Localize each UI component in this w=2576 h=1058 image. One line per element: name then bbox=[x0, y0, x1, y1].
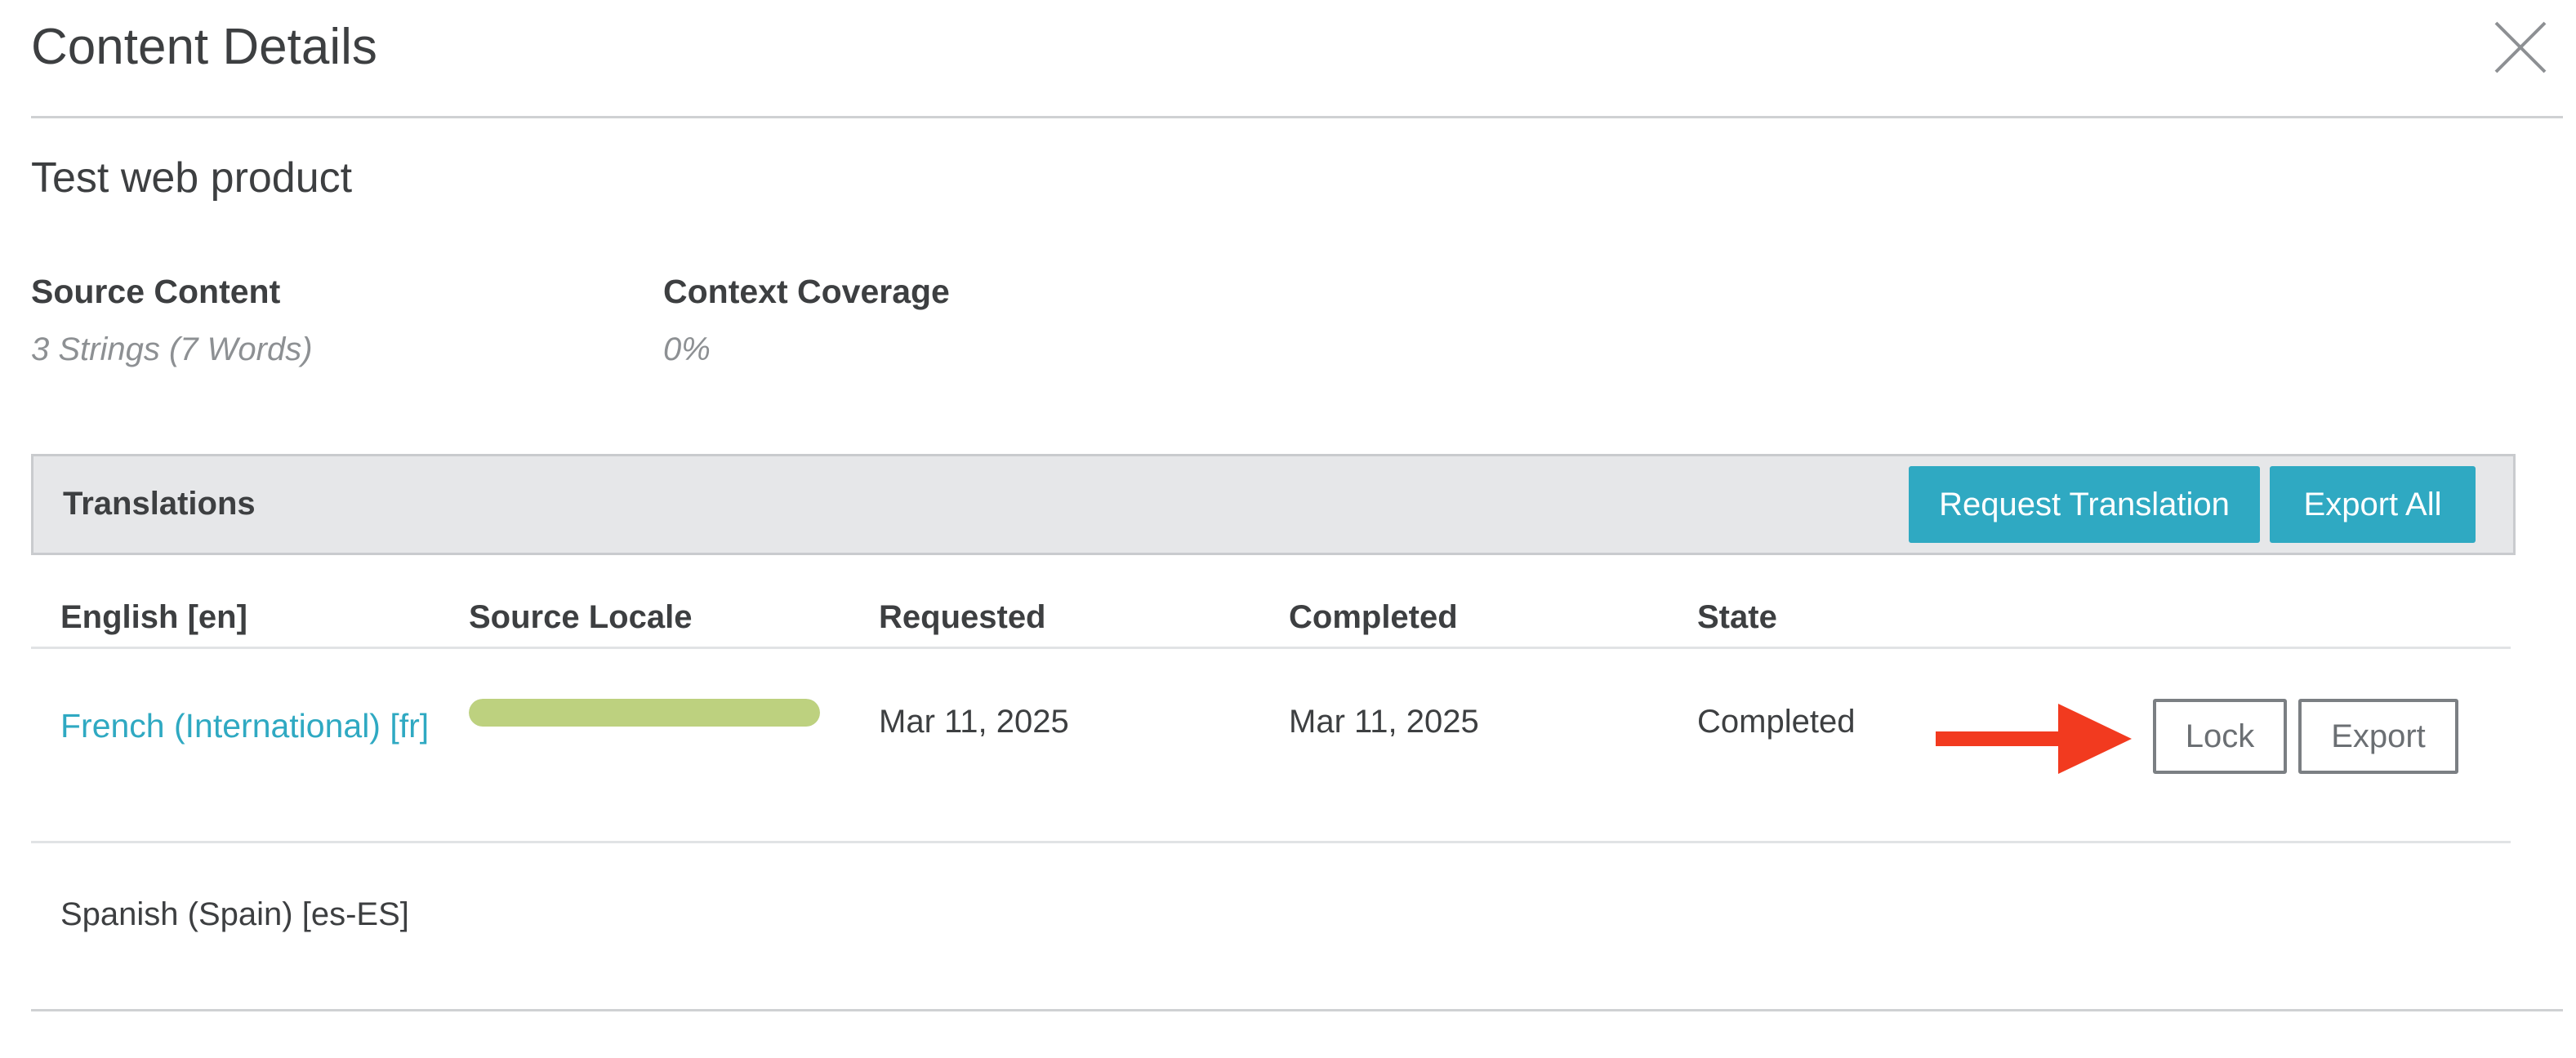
header-divider bbox=[31, 647, 2511, 649]
context-coverage-value: 0% bbox=[663, 331, 711, 367]
completed-date: Mar 11, 2025 bbox=[1289, 704, 1479, 740]
source-locale-progress-bar bbox=[469, 699, 820, 727]
locale-name-spanish: Spanish (Spain) [es-ES] bbox=[60, 896, 409, 932]
column-header-english: English [en] bbox=[60, 599, 247, 635]
column-header-requested: Requested bbox=[879, 599, 1046, 635]
modal-header: Content Details bbox=[31, 0, 2563, 118]
arrow-right-icon bbox=[1936, 704, 2132, 774]
source-content-value: 3 Strings (7 Words) bbox=[31, 331, 313, 367]
context-coverage-label: Context Coverage bbox=[663, 273, 950, 310]
bottom-divider bbox=[31, 1009, 2563, 1011]
column-header-state: State bbox=[1697, 599, 1777, 635]
row-divider bbox=[31, 841, 2511, 843]
source-content-label: Source Content bbox=[31, 273, 281, 310]
column-header-source-locale: Source Locale bbox=[469, 599, 693, 635]
progress-fill bbox=[469, 699, 820, 727]
export-all-button[interactable]: Export All bbox=[2270, 466, 2476, 543]
state-value: Completed bbox=[1697, 704, 1856, 740]
requested-date: Mar 11, 2025 bbox=[879, 704, 1069, 740]
request-translation-button[interactable]: Request Translation bbox=[1909, 466, 2260, 543]
column-header-completed: Completed bbox=[1289, 599, 1458, 635]
locale-link-french[interactable]: French (International) [fr] bbox=[60, 700, 436, 751]
translations-toolbar: Translations Request Translation Export … bbox=[31, 454, 2516, 555]
close-icon[interactable] bbox=[2493, 20, 2548, 75]
translations-title: Translations bbox=[63, 486, 256, 522]
lock-button[interactable]: Lock bbox=[2153, 699, 2287, 774]
export-button[interactable]: Export bbox=[2298, 699, 2458, 774]
product-name: Test web product bbox=[31, 154, 353, 202]
modal-title: Content Details bbox=[31, 19, 377, 75]
content-details-modal: Content Details Test web product Source … bbox=[0, 0, 2576, 1058]
